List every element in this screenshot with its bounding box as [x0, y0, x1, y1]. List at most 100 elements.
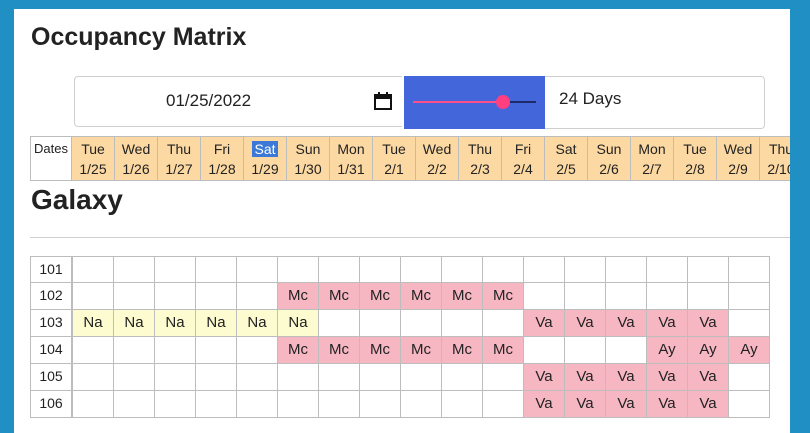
booking-cell[interactable]: Mc — [318, 283, 360, 310]
empty-cell[interactable] — [154, 256, 196, 283]
empty-cell[interactable] — [277, 364, 319, 391]
date-header-cell[interactable]: Wed 2/2 — [416, 136, 459, 181]
empty-cell[interactable] — [482, 256, 524, 283]
booking-cell[interactable]: Va — [605, 364, 647, 391]
date-header-cell[interactable]: Mon 2/7 — [631, 136, 674, 181]
empty-cell[interactable] — [728, 256, 770, 283]
empty-cell[interactable] — [236, 337, 278, 364]
empty-cell[interactable] — [728, 364, 770, 391]
booking-cell[interactable]: Va — [523, 364, 565, 391]
empty-cell[interactable] — [400, 364, 442, 391]
date-header-cell[interactable]: Wed 1/26 — [115, 136, 158, 181]
booking-cell[interactable]: Na — [72, 310, 114, 337]
empty-cell[interactable] — [564, 283, 606, 310]
empty-cell[interactable] — [523, 283, 565, 310]
empty-cell[interactable] — [236, 364, 278, 391]
date-header-cell[interactable]: Mon 1/31 — [330, 136, 373, 181]
empty-cell[interactable] — [523, 337, 565, 364]
date-header-cell[interactable]: Fri 1/28 — [201, 136, 244, 181]
empty-cell[interactable] — [236, 256, 278, 283]
empty-cell[interactable] — [441, 256, 483, 283]
booking-cell[interactable]: Mc — [359, 283, 401, 310]
booking-cell[interactable]: Va — [564, 364, 606, 391]
empty-cell[interactable] — [195, 391, 237, 418]
empty-cell[interactable] — [564, 256, 606, 283]
date-header-cell[interactable]: Fri 2/4 — [502, 136, 545, 181]
empty-cell[interactable] — [72, 283, 114, 310]
empty-cell[interactable] — [72, 337, 114, 364]
booking-cell[interactable]: Na — [154, 310, 196, 337]
empty-cell[interactable] — [154, 364, 196, 391]
empty-cell[interactable] — [236, 283, 278, 310]
booking-cell[interactable]: Va — [605, 310, 647, 337]
empty-cell[interactable] — [728, 391, 770, 418]
booking-cell[interactable]: Na — [113, 310, 155, 337]
empty-cell[interactable] — [195, 364, 237, 391]
empty-cell[interactable] — [646, 256, 688, 283]
empty-cell[interactable] — [113, 283, 155, 310]
empty-cell[interactable] — [195, 337, 237, 364]
booking-cell[interactable]: Va — [564, 391, 606, 418]
booking-cell[interactable]: Va — [687, 364, 729, 391]
booking-cell[interactable]: Va — [687, 391, 729, 418]
date-header-cell[interactable]: Sat 1/29 — [244, 136, 287, 181]
booking-cell[interactable]: Va — [646, 364, 688, 391]
empty-cell[interactable] — [400, 256, 442, 283]
empty-cell[interactable] — [400, 391, 442, 418]
empty-cell[interactable] — [72, 391, 114, 418]
booking-cell[interactable]: Ay — [646, 337, 688, 364]
booking-cell[interactable]: Mc — [359, 337, 401, 364]
booking-cell[interactable]: Va — [523, 310, 565, 337]
empty-cell[interactable] — [687, 283, 729, 310]
date-header-cell[interactable]: Sat 2/5 — [545, 136, 588, 181]
empty-cell[interactable] — [359, 391, 401, 418]
date-header-cell[interactable]: Thu 2/3 — [459, 136, 502, 181]
empty-cell[interactable] — [113, 256, 155, 283]
date-header-cell[interactable]: Sun 1/30 — [287, 136, 330, 181]
empty-cell[interactable] — [195, 256, 237, 283]
empty-cell[interactable] — [523, 256, 565, 283]
empty-cell[interactable] — [113, 337, 155, 364]
empty-cell[interactable] — [72, 256, 114, 283]
empty-cell[interactable] — [359, 256, 401, 283]
empty-cell[interactable] — [482, 310, 524, 337]
booking-cell[interactable]: Mc — [277, 283, 319, 310]
date-header-cell[interactable]: Thu 2/10 — [760, 136, 790, 181]
booking-cell[interactable]: Mc — [441, 283, 483, 310]
empty-cell[interactable] — [113, 364, 155, 391]
date-header-cell[interactable]: Tue 1/25 — [72, 136, 115, 181]
calendar-icon[interactable] — [373, 91, 393, 111]
empty-cell[interactable] — [605, 283, 647, 310]
booking-cell[interactable]: Va — [605, 391, 647, 418]
empty-cell[interactable] — [195, 283, 237, 310]
empty-cell[interactable] — [236, 391, 278, 418]
booking-cell[interactable]: Mc — [441, 337, 483, 364]
empty-cell[interactable] — [277, 391, 319, 418]
empty-cell[interactable] — [441, 391, 483, 418]
empty-cell[interactable] — [318, 364, 360, 391]
empty-cell[interactable] — [359, 364, 401, 391]
empty-cell[interactable] — [72, 364, 114, 391]
booking-cell[interactable]: Mc — [318, 337, 360, 364]
empty-cell[interactable] — [482, 391, 524, 418]
booking-cell[interactable]: Va — [646, 391, 688, 418]
booking-cell[interactable]: Mc — [277, 337, 319, 364]
empty-cell[interactable] — [646, 283, 688, 310]
empty-cell[interactable] — [605, 256, 647, 283]
booking-cell[interactable]: Na — [277, 310, 319, 337]
booking-cell[interactable]: Va — [687, 310, 729, 337]
booking-cell[interactable]: Na — [236, 310, 278, 337]
booking-cell[interactable]: Mc — [400, 283, 442, 310]
empty-cell[interactable] — [318, 391, 360, 418]
empty-cell[interactable] — [728, 283, 770, 310]
empty-cell[interactable] — [154, 391, 196, 418]
booking-cell[interactable]: Mc — [482, 337, 524, 364]
empty-cell[interactable] — [605, 337, 647, 364]
empty-cell[interactable] — [113, 391, 155, 418]
booking-cell[interactable]: Va — [564, 310, 606, 337]
empty-cell[interactable] — [277, 256, 319, 283]
empty-cell[interactable] — [728, 310, 770, 337]
booking-cell[interactable]: Ay — [687, 337, 729, 364]
date-header-cell[interactable]: Tue 2/8 — [674, 136, 717, 181]
empty-cell[interactable] — [154, 337, 196, 364]
